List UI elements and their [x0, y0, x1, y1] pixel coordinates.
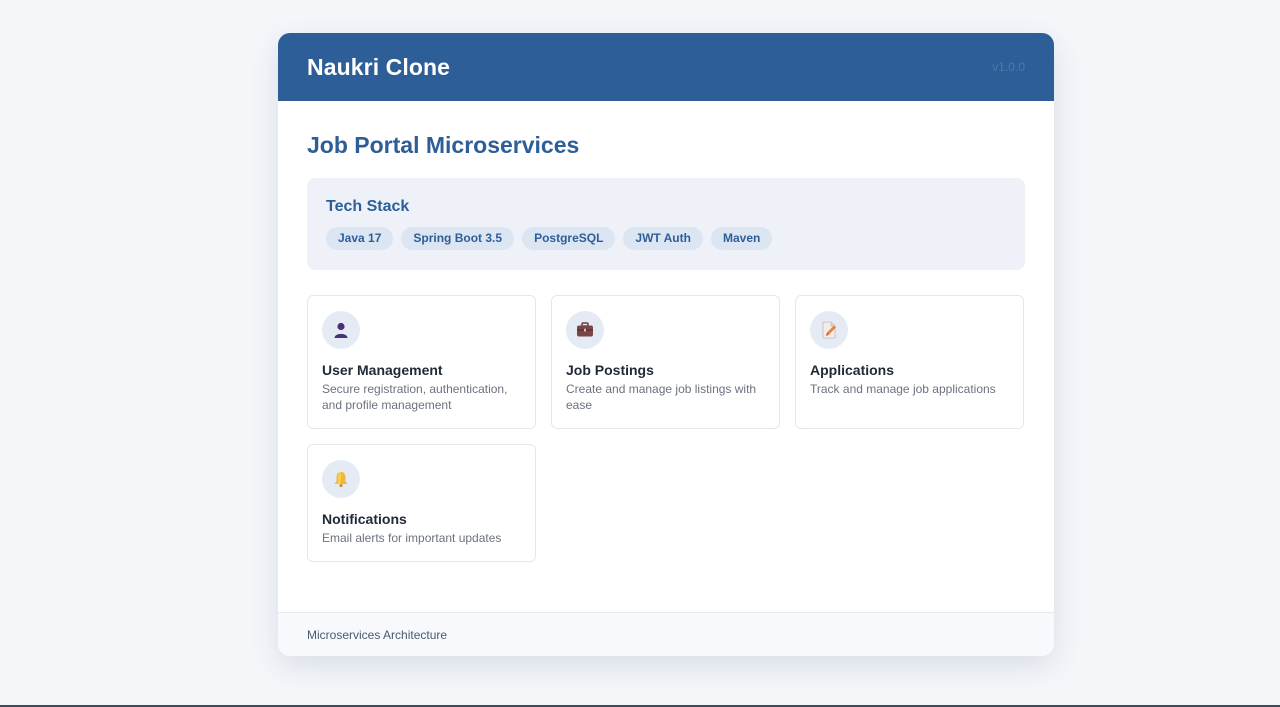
feature-card-user-management[interactable]: User Management Secure registration, aut… — [307, 295, 536, 429]
feature-title: Notifications — [322, 511, 407, 527]
page-title: Job Portal Microservices — [307, 132, 580, 158]
tech-badge: Java 17 — [326, 227, 394, 250]
footer: Microservices Architecture — [278, 612, 1054, 656]
header: Naukri Clone v1.0.0 — [278, 33, 1054, 101]
tech-stack-panel: Tech Stack Java 17 Spring Boot 3.5 Postg… — [307, 178, 1025, 270]
tech-stack-title: Tech Stack — [326, 198, 410, 215]
version-label: v1.0.0 — [992, 60, 1025, 74]
feature-description: Email alerts for important updates — [322, 531, 502, 545]
content: Job Portal Microservices Tech Stack Java… — [278, 101, 1054, 562]
tech-badge: Maven — [710, 227, 773, 250]
feature-title: Applications — [810, 362, 895, 378]
feature-card-notifications[interactable]: Notifications Email alerts for important… — [307, 444, 536, 562]
user-icon — [322, 311, 360, 349]
footer-text: Microservices Architecture — [307, 627, 448, 642]
feature-card-job-postings[interactable]: Job Postings Create and manage job listi… — [551, 295, 780, 429]
feature-title: User Management — [322, 362, 443, 378]
document-edit-icon — [810, 311, 848, 349]
tech-badge: PostgreSQL — [522, 227, 616, 250]
feature-description: Create and manage job listings with ease — [566, 382, 757, 412]
main-card: Naukri Clone v1.0.0 Job Portal Microserv… — [278, 33, 1054, 656]
feature-description: Secure registration, authentication, and… — [322, 382, 508, 412]
brand-title: Naukri Clone — [307, 53, 451, 80]
tech-badge: JWT Auth — [623, 227, 703, 250]
feature-grid: User Management Secure registration, aut… — [307, 295, 1025, 562]
tech-badge: Spring Boot 3.5 — [401, 227, 515, 250]
briefcase-icon — [566, 311, 604, 349]
feature-card-applications[interactable]: Applications Track and manage job applic… — [795, 295, 1024, 429]
tech-stack-list: Java 17 Spring Boot 3.5 PostgreSQL JWT A… — [326, 227, 1006, 250]
feature-description: Track and manage job applications — [810, 382, 996, 396]
feature-title: Job Postings — [566, 362, 654, 378]
bell-icon — [322, 460, 360, 498]
